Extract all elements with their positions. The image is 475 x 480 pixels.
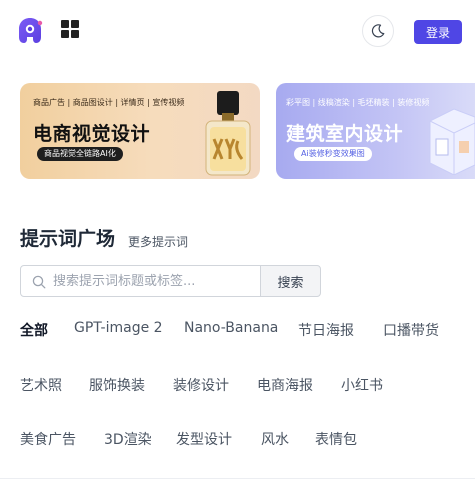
tag-live-selling[interactable]: 口播带货: [383, 320, 439, 340]
perfume-bottle-illustration: [205, 91, 251, 176]
tag-3d-render[interactable]: 3D渲染: [104, 429, 152, 449]
more-prompts-link[interactable]: 更多提示词: [128, 233, 188, 250]
tag-gpt-image-2[interactable]: GPT-image 2: [74, 320, 163, 336]
moon-icon: [371, 24, 385, 38]
tag-decoration-design[interactable]: 装修设计: [173, 375, 229, 395]
divider: [0, 478, 475, 479]
tag-outfit-swap[interactable]: 服饰换装: [89, 375, 145, 395]
brand-logo-icon[interactable]: [16, 17, 44, 44]
grid-icon[interactable]: [61, 20, 79, 38]
tag-emoji[interactable]: 表情包: [315, 429, 357, 449]
banner-subtitle: 彩平图 | 线稿渲染 | 毛坯精装 | 装修视频: [286, 98, 430, 107]
tag-holiday-poster[interactable]: 节日海报: [298, 320, 354, 340]
tag-nano-banana[interactable]: Nano-Banana: [184, 320, 278, 336]
tag-xiaohongshu[interactable]: 小红书: [341, 375, 383, 395]
banner-ecommerce-design[interactable]: 商品广告 | 商品图设计 | 详情页 | 宣传视频 电商视觉设计 商品视觉全链路…: [20, 83, 260, 179]
tag-all[interactable]: 全部: [20, 320, 48, 340]
search-icon: [32, 275, 46, 289]
banner-subtitle: 商品广告 | 商品图设计 | 详情页 | 宣传视频: [33, 98, 185, 107]
tag-food-ad[interactable]: 美食广告: [20, 429, 76, 449]
search-button[interactable]: 搜索: [260, 265, 321, 297]
banner-pill: Ai装修秒变效果图: [294, 147, 372, 161]
banner-title: 建筑室内设计: [286, 123, 404, 145]
tag-ecommerce-poster[interactable]: 电商海报: [257, 375, 313, 395]
tag-art-photo[interactable]: 艺术照: [20, 375, 62, 395]
top-bar: 登录: [0, 0, 475, 62]
search-input[interactable]: [53, 266, 258, 296]
search-bar: 搜索: [20, 265, 321, 297]
banner-pill: 商品视觉全链路AI化: [37, 147, 123, 161]
section-title: 提示词广场: [20, 228, 116, 250]
tag-hairstyle-design[interactable]: 发型设计: [176, 429, 232, 449]
banner-interior-design[interactable]: 彩平图 | 线稿渲染 | 毛坯精装 | 装修视频 建筑室内设计 Ai装修秒变效果…: [276, 83, 475, 179]
room-illustration: [429, 108, 475, 175]
login-button[interactable]: 登录: [414, 20, 462, 44]
theme-toggle-button[interactable]: [362, 15, 394, 47]
tag-fengshui[interactable]: 风水: [261, 429, 289, 449]
banner-title: 电商视觉设计: [33, 123, 151, 145]
